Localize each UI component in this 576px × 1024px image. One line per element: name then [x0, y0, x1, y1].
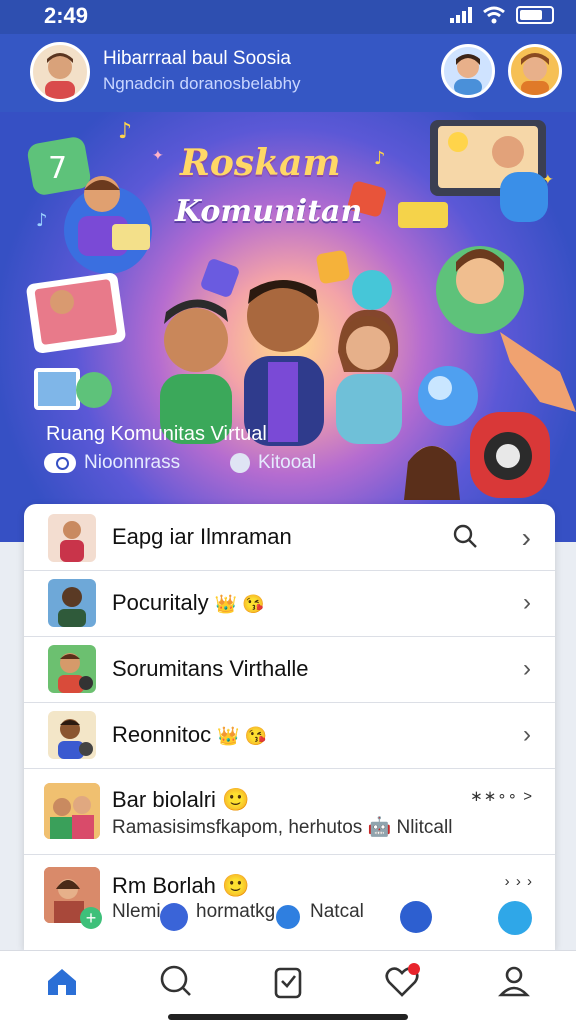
battery-icon	[516, 6, 554, 24]
emoji-icon[interactable]	[274, 903, 302, 931]
wifi-icon	[483, 6, 505, 24]
list-item[interactable]: Bar biolalri 🙂 Ramasisimsfkapom, herhuto…	[24, 769, 555, 855]
reaction-icon[interactable]	[160, 903, 188, 931]
header-title: Hibarrraal baul Soosia	[103, 48, 291, 69]
profile-avatar[interactable]	[30, 42, 90, 102]
hero-option-2-label: Kitooal	[258, 452, 317, 473]
hero-banner[interactable]: 7 ♪ ✦ ♪ ✦ ♪ Roskam Komunitan Ruang Komun…	[0, 112, 576, 542]
chevron-right-icon[interactable]: ›	[523, 589, 531, 617]
hero-option-2[interactable]: Kitooal	[230, 452, 316, 474]
friend-avatar-1[interactable]	[441, 44, 495, 98]
hero-title-line1: Roskam	[180, 142, 341, 184]
music-icon[interactable]	[400, 901, 432, 933]
svg-text:✦: ✦	[542, 172, 554, 188]
list-item[interactable]: + Rm Borlah 🙂 Nlemi hormatkg Natcal › › …	[24, 855, 555, 950]
friend-avatar-2[interactable]	[508, 44, 562, 98]
chevron-right-icon[interactable]: ›	[522, 522, 531, 554]
list-item[interactable]: Pocuritaly 👑 😘 ›	[24, 571, 555, 637]
list-item[interactable]: Eapg iar Ilmraman ›	[24, 504, 555, 571]
svg-text:7: 7	[48, 151, 67, 186]
row-title: Rm Borlah 🙂	[112, 873, 250, 898]
notifications-nav[interactable]	[382, 961, 422, 1001]
community-list: Eapg iar Ilmraman › Pocuritaly 👑 😘 › Sor…	[24, 504, 555, 950]
crown-emoji: 👑 😘	[214, 594, 265, 614]
status-bar: 2:49	[0, 0, 576, 34]
hero-option-1[interactable]: Nioonnrass	[44, 452, 180, 474]
profile-icon[interactable]	[494, 961, 534, 1001]
status-icons	[450, 6, 554, 24]
row-thumbnail	[48, 711, 96, 759]
row-title: Eapg iar Ilmraman	[112, 524, 292, 549]
svg-text:♪: ♪	[374, 148, 386, 169]
signal-icon	[450, 7, 472, 23]
row-title: Reonnitoc 👑 😘	[112, 722, 267, 748]
svg-text:♪: ♪	[36, 210, 48, 231]
app-header: Hibarrraal baul Soosia Ngnadcin doranosb…	[0, 34, 576, 112]
bottom-nav	[0, 950, 576, 1024]
hero-title-line2: Komunitan	[175, 194, 363, 229]
row-meta: › › ›	[504, 873, 533, 890]
refresh-icon[interactable]	[498, 901, 532, 935]
search-nav-icon[interactable]	[156, 961, 196, 1001]
add-icon[interactable]: +	[80, 907, 102, 929]
chevron-right-icon[interactable]: ›	[523, 721, 531, 749]
chevron-right-icon[interactable]: ›	[523, 655, 531, 683]
row-title: Pocuritaly 👑 😘	[112, 590, 265, 616]
status-time: 2:49	[44, 3, 89, 28]
row-thumbnail	[48, 579, 96, 627]
notification-badge	[408, 963, 420, 975]
search-icon[interactable]	[453, 524, 477, 548]
row-title-text: Pocuritaly	[112, 590, 209, 615]
row-title-text: Reonnitoc	[112, 722, 212, 747]
row-subtitle: Nlemi	[112, 901, 161, 922]
row-subtitle-2: hormatkg	[196, 901, 276, 922]
row-thumbnail	[44, 783, 100, 839]
row-subtitle: Ramasisimsfkapom, herhutos 🤖 Nlitcall	[112, 817, 453, 838]
row-title: Bar biolalri 🙂	[112, 787, 250, 812]
svg-text:♪: ♪	[118, 119, 132, 144]
list-item[interactable]: Sorumitans Virthalle ›	[24, 637, 555, 703]
row-thumbnail	[48, 514, 96, 562]
row-title: Sorumitans Virthalle	[112, 656, 309, 681]
home-icon[interactable]	[42, 961, 82, 1001]
clipboard-icon[interactable]	[268, 961, 308, 1001]
list-item[interactable]: Reonnitoc 👑 😘 ›	[24, 703, 555, 769]
hero-option-1-label: Nioonnrass	[84, 452, 181, 473]
home-indicator[interactable]	[168, 1014, 408, 1020]
row-thumbnail	[48, 645, 96, 693]
row-meta: ∗∗∘∘ >	[470, 788, 533, 805]
radio-icon	[230, 453, 250, 473]
hero-caption: Ruang Komunitas Virtual	[46, 423, 267, 445]
crown-emoji: 👑 😘	[217, 726, 268, 746]
row-subtitle-3: Natcal	[310, 901, 364, 922]
camera-toggle-icon	[44, 453, 76, 473]
svg-text:✦: ✦	[152, 148, 164, 164]
header-subtitle: Ngnadcin doranosbelabhy	[103, 74, 301, 93]
